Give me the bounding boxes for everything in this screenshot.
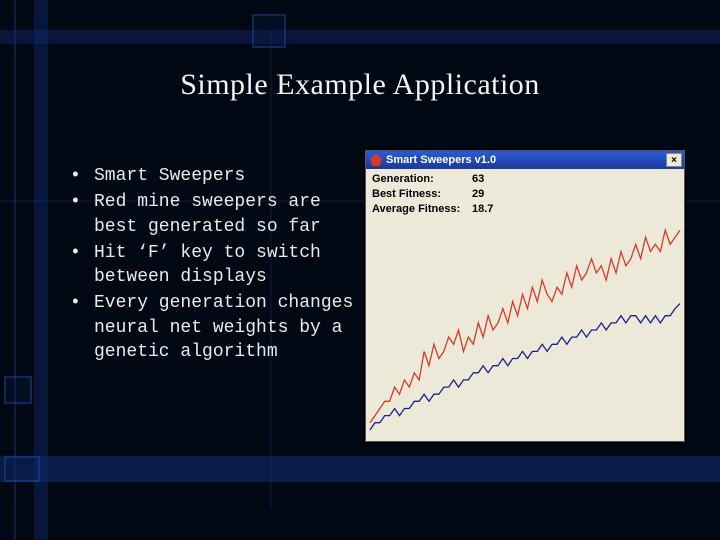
best-fitness-line: [370, 230, 680, 423]
avg-fitness-line: [370, 303, 680, 429]
list-item: Every generation changes neural net weig…: [70, 291, 360, 364]
list-item: Smart Sweepers: [70, 164, 360, 188]
avg-fitness-value: 18.7: [472, 202, 493, 217]
slide-title: Simple Example Application: [0, 68, 720, 102]
best-fitness-value: 29: [472, 187, 484, 202]
avg-fitness-label: Average Fitness:: [372, 202, 472, 217]
list-item: Red mine sweepers are best generated so …: [70, 190, 360, 239]
generation-value: 63: [472, 172, 484, 187]
best-fitness-label: Best Fitness:: [372, 187, 472, 202]
app-window: Smart Sweepers v1.0 × Generation: 63 Bes…: [365, 150, 685, 442]
close-button[interactable]: ×: [666, 153, 682, 167]
generation-label: Generation:: [372, 172, 472, 187]
window-titlebar: Smart Sweepers v1.0 ×: [366, 151, 684, 169]
window-title: Smart Sweepers v1.0: [386, 154, 496, 166]
app-icon: [370, 154, 382, 166]
fitness-chart: [366, 219, 684, 441]
bullet-list: Smart Sweepers Red mine sweepers are bes…: [70, 164, 360, 366]
list-item: Hit ‘F’ key to switch between displays: [70, 241, 360, 290]
stats-panel: Generation: 63 Best Fitness: 29 Average …: [366, 169, 684, 219]
